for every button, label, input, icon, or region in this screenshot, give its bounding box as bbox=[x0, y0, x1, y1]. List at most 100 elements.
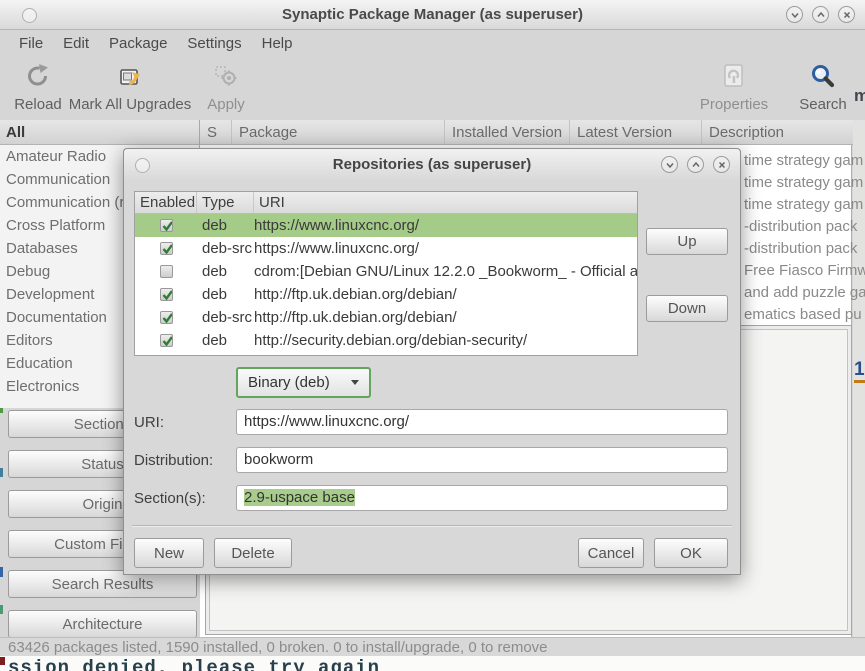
description-fragment: time strategy gam bbox=[744, 196, 863, 218]
column-installed-version[interactable]: Installed Version bbox=[445, 120, 570, 145]
close-button[interactable] bbox=[838, 6, 855, 23]
shade-button[interactable] bbox=[786, 6, 803, 23]
dialog-maximize-button[interactable] bbox=[687, 156, 704, 173]
enabled-checkbox[interactable] bbox=[160, 311, 173, 324]
repository-row[interactable]: deb-srchttps://www.linuxcnc.org/ bbox=[135, 237, 637, 260]
repo-type: deb bbox=[197, 263, 254, 280]
type-dropdown[interactable]: Binary (deb) bbox=[236, 367, 371, 398]
reload-button[interactable]: Reload bbox=[8, 61, 68, 113]
repo-type: deb bbox=[197, 217, 254, 234]
sections-value: 2.9-uspace base bbox=[244, 489, 355, 506]
cancel-button[interactable]: Cancel bbox=[578, 538, 644, 568]
terminal-text: ssion denied, please try again bbox=[8, 657, 380, 671]
delete-button[interactable]: Delete bbox=[214, 538, 292, 568]
description-fragment: Free Fiasco Firmw bbox=[744, 262, 865, 284]
repo-type: deb bbox=[197, 286, 254, 303]
repository-row[interactable]: debhttp://ftp.uk.debian.org/debian/ bbox=[135, 283, 637, 306]
apply-button[interactable]: Apply bbox=[198, 61, 254, 113]
column-status[interactable]: S bbox=[200, 120, 232, 145]
dialog-shade-button[interactable] bbox=[661, 156, 678, 173]
repository-row[interactable]: debhttps://www.linuxcnc.org/ bbox=[135, 214, 637, 237]
distribution-field[interactable]: bookworm bbox=[236, 447, 728, 473]
column-uri[interactable]: URI bbox=[254, 192, 637, 213]
repository-row[interactable] bbox=[135, 352, 637, 356]
repository-row[interactable]: debcdrom:[Debian GNU/Linux 12.2.0 _Bookw… bbox=[135, 260, 637, 283]
enabled-checkbox[interactable] bbox=[160, 288, 173, 301]
mark-all-upgrades-icon bbox=[117, 61, 143, 89]
menu-package[interactable]: Package bbox=[99, 35, 177, 52]
up-button[interactable]: Up bbox=[646, 228, 728, 255]
description-fragment: time strategy gam bbox=[744, 152, 863, 174]
repo-uri: cdrom:[Debian GNU/Linux 12.2.0 _Bookworm… bbox=[254, 263, 637, 280]
down-button[interactable]: Down bbox=[646, 295, 728, 322]
dialog-titlebar[interactable]: Repositories (as superuser) bbox=[124, 149, 740, 181]
sections-header[interactable]: All bbox=[0, 120, 200, 145]
enabled-checkbox[interactable] bbox=[160, 219, 173, 232]
sections-field[interactable]: 2.9-uspace base bbox=[236, 485, 728, 511]
enabled-checkbox[interactable] bbox=[160, 265, 173, 278]
background-text-fragment: m bbox=[854, 86, 865, 106]
uri-value: https://www.linuxcnc.org/ bbox=[244, 413, 409, 430]
column-package[interactable]: Package bbox=[232, 120, 445, 145]
distribution-label: Distribution: bbox=[134, 452, 213, 469]
mark-all-upgrades-button[interactable]: Mark All Upgrades bbox=[68, 61, 192, 113]
screen: Synaptic Package Manager (as superuser) … bbox=[0, 0, 865, 671]
search-icon bbox=[810, 61, 836, 89]
repositories-dialog: Repositories (as superuser) Enabled Type… bbox=[123, 148, 741, 575]
column-type[interactable]: Type bbox=[197, 192, 254, 213]
apply-icon bbox=[213, 61, 239, 89]
repo-uri: https://www.linuxcnc.org/ bbox=[254, 217, 637, 234]
description-fragment: -distribution pack bbox=[744, 240, 857, 262]
repository-table[interactable]: Enabled Type URI debhttps://www.linuxcnc… bbox=[134, 191, 638, 356]
enabled-checkbox[interactable] bbox=[160, 242, 173, 255]
menu-help[interactable]: Help bbox=[252, 35, 303, 52]
ok-button[interactable]: OK bbox=[654, 538, 728, 568]
dropdown-caret-icon bbox=[351, 380, 359, 385]
repository-row[interactable]: debhttp://security.debian.org/debian-sec… bbox=[135, 329, 637, 352]
chevron-up-icon bbox=[691, 160, 701, 170]
column-description[interactable]: Description bbox=[702, 120, 853, 145]
sections-label: Section(s): bbox=[134, 490, 206, 507]
background-text-fragment: 1 bbox=[854, 360, 865, 383]
new-button[interactable]: New bbox=[134, 538, 204, 568]
desktop-sliver-mark bbox=[0, 605, 3, 614]
menu-settings[interactable]: Settings bbox=[177, 35, 251, 52]
main-titlebar[interactable]: Synaptic Package Manager (as superuser) bbox=[0, 0, 865, 30]
repo-uri: https://www.linuxcnc.org/ bbox=[254, 240, 637, 257]
column-latest-version[interactable]: Latest Version bbox=[570, 120, 702, 145]
uri-field[interactable]: https://www.linuxcnc.org/ bbox=[236, 409, 728, 435]
dialog-close-button[interactable] bbox=[713, 156, 730, 173]
enabled-checkbox[interactable] bbox=[160, 334, 173, 347]
menubar: File Edit Package Settings Help bbox=[0, 30, 865, 57]
terminal-sliver: ssion denied, please try again bbox=[0, 656, 865, 671]
distribution-value: bookworm bbox=[244, 451, 313, 468]
search-button[interactable]: Search bbox=[793, 61, 853, 113]
repository-row[interactable]: deb-srchttp://ftp.uk.debian.org/debian/ bbox=[135, 306, 637, 329]
chevron-up-icon bbox=[816, 10, 826, 20]
repo-type: deb bbox=[197, 332, 254, 349]
desktop-sliver-mark bbox=[0, 567, 3, 577]
window-title: Synaptic Package Manager (as superuser) bbox=[0, 6, 865, 23]
repository-table-header: Enabled Type URI bbox=[135, 192, 637, 214]
close-icon bbox=[717, 160, 727, 170]
properties-icon bbox=[722, 61, 746, 89]
dialog-separator bbox=[132, 525, 732, 526]
column-enabled[interactable]: Enabled bbox=[135, 192, 197, 213]
repo-type: deb-src bbox=[197, 240, 254, 257]
description-fragment: time strategy gam bbox=[744, 174, 863, 196]
terminal-mark bbox=[0, 657, 5, 665]
maximize-button[interactable] bbox=[812, 6, 829, 23]
type-dropdown-value: Binary (deb) bbox=[248, 374, 330, 391]
chevron-down-icon bbox=[790, 10, 800, 20]
desktop-sliver-mark bbox=[0, 468, 3, 477]
properties-button[interactable]: Properties bbox=[688, 61, 780, 113]
dialog-title: Repositories (as superuser) bbox=[124, 156, 740, 173]
repo-uri: http://ftp.uk.debian.org/debian/ bbox=[254, 309, 637, 326]
menu-file[interactable]: File bbox=[9, 35, 53, 52]
statusbar: 63426 packages listed, 1590 installed, 0… bbox=[0, 637, 865, 656]
uri-label: URI: bbox=[134, 414, 164, 431]
architecture-button[interactable]: Architecture bbox=[8, 610, 197, 638]
repo-uri: http://ftp.uk.debian.org/debian/ bbox=[254, 286, 637, 303]
repo-uri: http://security.debian.org/debian-securi… bbox=[254, 332, 637, 349]
menu-edit[interactable]: Edit bbox=[53, 35, 99, 52]
